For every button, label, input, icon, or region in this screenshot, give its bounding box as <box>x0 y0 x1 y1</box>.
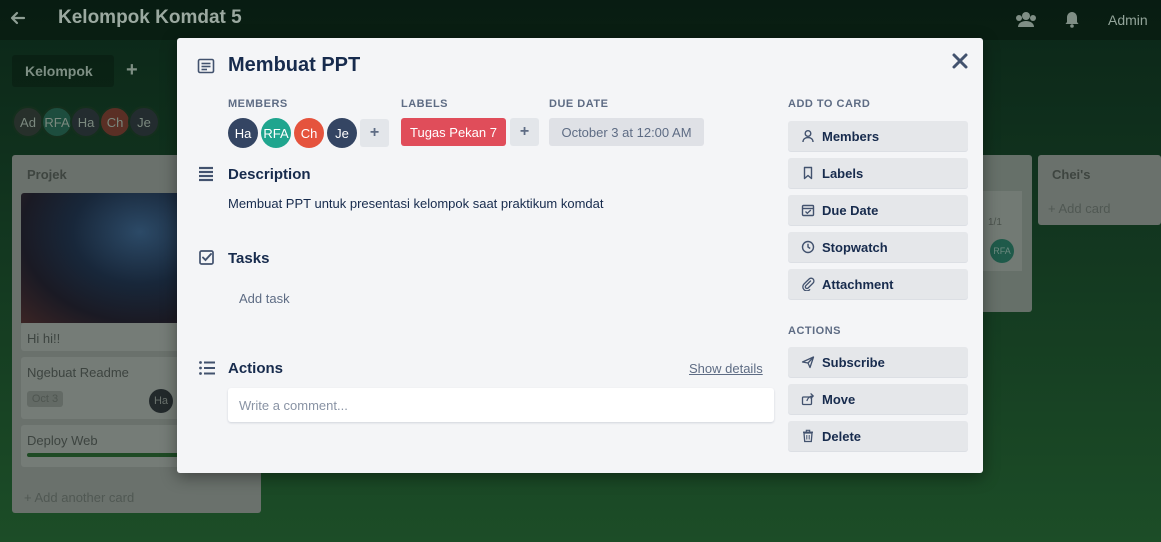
card-icon <box>197 57 215 75</box>
close-icon[interactable] <box>950 51 970 71</box>
card-cover-image[interactable] <box>21 193 191 323</box>
members-button[interactable]: Members <box>788 121 968 151</box>
move-button[interactable]: Move <box>788 384 968 414</box>
checklist-count: 1/1 <box>988 217 1002 228</box>
list-item[interactable]: Hi hi!! <box>21 323 191 351</box>
avatar[interactable]: Je <box>327 118 357 148</box>
list-title: Projek <box>27 167 67 182</box>
due-date-label: DUE DATE <box>549 98 609 110</box>
show-details-link[interactable]: Show details <box>689 361 763 376</box>
avatar[interactable]: Ha <box>228 118 258 148</box>
list-item[interactable]: Deploy Web <box>21 425 191 467</box>
delete-button[interactable]: Delete <box>788 421 968 451</box>
card-title: Hi hi!! <box>27 331 61 346</box>
trash-icon <box>803 429 813 443</box>
top-bar: Kelompok Komdat 5 Admin <box>0 0 1161 40</box>
person-icon <box>802 130 814 143</box>
avatar[interactable]: RFA <box>41 106 73 138</box>
tab-kelompok[interactable]: Kelompok <box>12 55 114 87</box>
description-title: Description <box>228 166 311 183</box>
add-task-button[interactable]: Add task <box>239 291 290 306</box>
comment-input[interactable] <box>228 388 774 422</box>
avatar[interactable]: Je <box>128 106 160 138</box>
add-tab-icon[interactable]: + <box>126 60 146 80</box>
admin-menu[interactable]: Admin <box>1108 12 1148 28</box>
card-title: Deploy Web <box>27 433 98 448</box>
list-partial: 1/1 RFA <box>982 155 1032 312</box>
stopwatch-button[interactable]: Stopwatch <box>788 232 968 262</box>
clock-icon <box>801 240 815 254</box>
label-chip[interactable]: Tugas Pekan 7 <box>401 118 506 146</box>
button-label: Labels <box>822 166 864 181</box>
tab-label: Kelompok <box>25 63 93 79</box>
due-badge: Oct 3 <box>27 391 63 407</box>
button-label: Move <box>822 392 856 407</box>
avatar[interactable]: Ch <box>99 106 131 138</box>
activity-list-icon <box>198 359 216 377</box>
list-cheis: Chei's + Add card <box>1038 155 1161 225</box>
button-label: Subscribe <box>822 355 885 370</box>
add-card-button[interactable]: + Add another card <box>24 490 134 505</box>
avatar: Ha <box>149 389 173 413</box>
labels-label: LABELS <box>401 98 448 110</box>
send-icon <box>801 356 815 369</box>
paperclip-icon <box>802 277 815 291</box>
attachment-button[interactable]: Attachment <box>788 269 968 299</box>
tasks-title: Tasks <box>228 250 270 267</box>
card-title[interactable]: Membuat PPT <box>228 54 360 77</box>
card-title: Ngebuat Readme <box>27 365 129 380</box>
button-label: Members <box>822 129 880 144</box>
bookmark-icon <box>803 166 813 180</box>
checkbox-icon <box>198 249 216 267</box>
team-icon[interactable] <box>1014 10 1038 28</box>
back-arrow-icon[interactable] <box>8 8 28 28</box>
subscribe-button[interactable]: Subscribe <box>788 347 968 377</box>
button-label: Attachment <box>822 277 894 292</box>
list-item[interactable]: Ngebuat Readme Oct 3 Ha <box>21 357 191 419</box>
avatar: RFA <box>990 239 1014 263</box>
description-text[interactable]: Membuat PPT untuk presentasi kelompok sa… <box>228 196 604 211</box>
labels-button[interactable]: Labels <box>788 158 968 188</box>
avatar[interactable]: Ch <box>294 118 324 148</box>
board-members: Ad RFA Ha Ch Je <box>12 106 160 138</box>
actions-label: ACTIONS <box>788 325 841 337</box>
avatar[interactable]: Ad <box>12 106 44 138</box>
add-label-button[interactable]: + <box>510 118 539 146</box>
card-detail-modal: Membuat PPT MEMBERS Ha RFA Ch Je + LABEL… <box>177 38 983 473</box>
actions-title: Actions <box>228 360 284 377</box>
share-icon <box>801 393 815 406</box>
button-label: Stopwatch <box>822 240 888 255</box>
due-date-button[interactable]: Due Date <box>788 195 968 225</box>
button-label: Due Date <box>822 203 879 218</box>
avatar[interactable]: Ha <box>70 106 102 138</box>
bell-icon[interactable] <box>1062 9 1082 29</box>
list-title: Chei's <box>1052 167 1091 182</box>
button-label: Delete <box>822 429 862 444</box>
members-label: MEMBERS <box>228 98 288 110</box>
calendar-icon <box>801 204 815 217</box>
members-list: Ha RFA Ch Je + <box>228 118 389 148</box>
avatar[interactable]: RFA <box>261 118 291 148</box>
description-icon <box>197 165 215 183</box>
due-date-chip[interactable]: October 3 at 12:00 AM <box>549 118 704 146</box>
board-title: Kelompok Komdat 5 <box>58 7 242 28</box>
add-member-button[interactable]: + <box>360 119 389 147</box>
progress-bar <box>27 453 187 457</box>
add-to-card-label: ADD TO CARD <box>788 98 871 110</box>
add-card-button[interactable]: + Add card <box>1048 201 1111 216</box>
